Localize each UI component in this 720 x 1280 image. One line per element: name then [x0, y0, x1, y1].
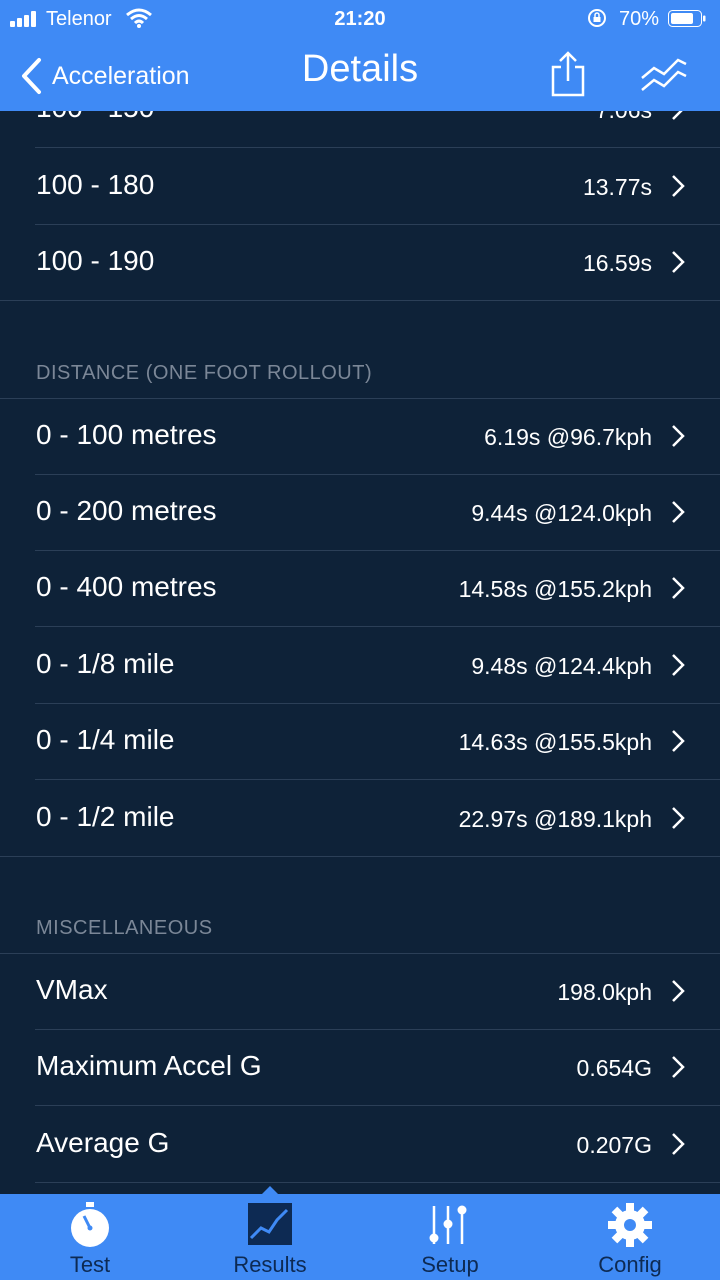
chevron-right-icon: [672, 175, 685, 197]
list-item[interactable]: 0 - 1/2 mile 22.97s @189.1kph: [0, 781, 720, 857]
stopwatch-icon: [71, 1202, 109, 1247]
list-item[interactable]: 0 - 1/8 mile 9.48s @124.4kph: [0, 628, 720, 704]
row-label: 0 - 400 metres: [36, 571, 217, 602]
row-divider: [35, 147, 720, 148]
list-item[interactable]: 100 - 180 13.77s: [0, 149, 720, 225]
graph-icon[interactable]: [640, 56, 688, 94]
row-divider: [0, 300, 720, 301]
tab-label: Setup: [421, 1252, 479, 1277]
list-item[interactable]: VMax 198.0kph: [0, 954, 720, 1030]
row-divider: [35, 1182, 720, 1183]
row-value: 9.44s @124.0kph: [471, 500, 652, 526]
chevron-right-icon: [672, 111, 683, 120]
row-value: 7.06s: [596, 111, 652, 124]
row-value: 14.63s @155.5kph: [458, 729, 652, 755]
tab-label: Config: [598, 1252, 662, 1277]
row-value: 14.58s @155.2kph: [458, 576, 652, 602]
row-label: VMax: [36, 974, 108, 1005]
chevron-right-icon: [672, 1056, 685, 1078]
row-label: Maximum Accel G: [36, 1050, 262, 1081]
chevron-right-icon: [672, 501, 685, 523]
section-header-misc: MISCELLANEOUS: [36, 917, 213, 939]
row-value: 9.48s @124.4kph: [471, 653, 652, 679]
list-item[interactable]: Maximum Accel G 0.654G: [0, 1030, 720, 1106]
section-header-distance: DISTANCE (ONE FOOT ROLLOUT): [36, 362, 373, 384]
row-value: 0.654G: [576, 1055, 652, 1081]
list-item[interactable]: 100 - 150 7.06s: [0, 111, 720, 148]
battery-icon: [668, 10, 706, 27]
row-divider: [0, 856, 720, 857]
row-label: 100 - 190: [36, 245, 155, 276]
chevron-right-icon: [672, 730, 685, 752]
list-item[interactable]: Average G 0.207G: [0, 1107, 720, 1183]
row-value: 0.207G: [576, 1132, 652, 1158]
row-divider: [35, 1105, 720, 1106]
chevron-right-icon: [672, 251, 685, 273]
row-value: 6.19s @96.7kph: [484, 424, 652, 450]
row-label: 0 - 1/8 mile: [36, 648, 175, 679]
row-value: 13.77s: [582, 174, 652, 200]
chevron-right-icon: [672, 807, 685, 829]
tab-test[interactable]: Test: [0, 1194, 180, 1280]
battery-percent: 70%: [619, 8, 660, 30]
chart-icon: [248, 1203, 292, 1245]
page-title: Details: [301, 48, 419, 90]
row-label: 0 - 200 metres: [36, 495, 217, 526]
tab-bar: Test Results Setup Config: [0, 1194, 720, 1280]
chevron-right-icon: [672, 654, 685, 676]
row-label: 0 - 1/4 mile: [36, 724, 175, 755]
list-item[interactable]: 0 - 1/4 mile 14.63s @155.5kph: [0, 704, 720, 780]
tab-config[interactable]: Config: [540, 1194, 720, 1280]
row-divider: [35, 779, 720, 780]
row-label: 0 - 1/2 mile: [36, 801, 175, 832]
list-item[interactable]: 100 - 190 16.59s: [0, 225, 720, 301]
status-bar: Telenor 21:20 70%: [0, 0, 720, 38]
status-time: 21:20: [334, 8, 386, 30]
tab-results[interactable]: Results: [180, 1194, 360, 1280]
chevron-right-icon: [672, 577, 685, 599]
tab-label: Results: [233, 1252, 307, 1277]
sliders-icon: [429, 1205, 467, 1244]
list-item[interactable]: 0 - 200 metres 9.44s @124.0kph: [0, 475, 720, 551]
row-value: 16.59s: [582, 250, 652, 276]
row-value: 198.0kph: [557, 979, 652, 1005]
list-item[interactable]: 0 - 400 metres 14.58s @155.2kph: [0, 551, 720, 627]
chevron-right-icon: [672, 425, 685, 447]
selected-tab-indicator: [262, 1186, 278, 1194]
top-bar: Telenor 21:20 70% Acceleration Details: [0, 0, 720, 111]
row-value: 22.97s @189.1kph: [458, 806, 652, 832]
nav-bar: Acceleration Details: [0, 38, 720, 111]
results-list: 100 - 150 7.06s 100 - 180 13.77s 100 - 1…: [0, 111, 720, 1194]
tab-label: Test: [69, 1252, 111, 1277]
row-label: Average G: [36, 1127, 170, 1158]
chevron-right-icon: [672, 1133, 685, 1155]
share-icon[interactable]: [549, 51, 587, 97]
gear-icon: [608, 1203, 652, 1247]
row-divider: [35, 626, 720, 627]
row-label: 100 - 180: [36, 169, 155, 200]
row-label: 0 - 100 metres: [36, 419, 217, 450]
tab-setup[interactable]: Setup: [360, 1194, 540, 1280]
chevron-right-icon: [672, 980, 685, 1002]
row-label: 100 - 150: [36, 111, 154, 124]
rotation-lock-icon: [588, 9, 606, 27]
list-item[interactable]: 0 - 100 metres 6.19s @96.7kph: [0, 399, 720, 475]
